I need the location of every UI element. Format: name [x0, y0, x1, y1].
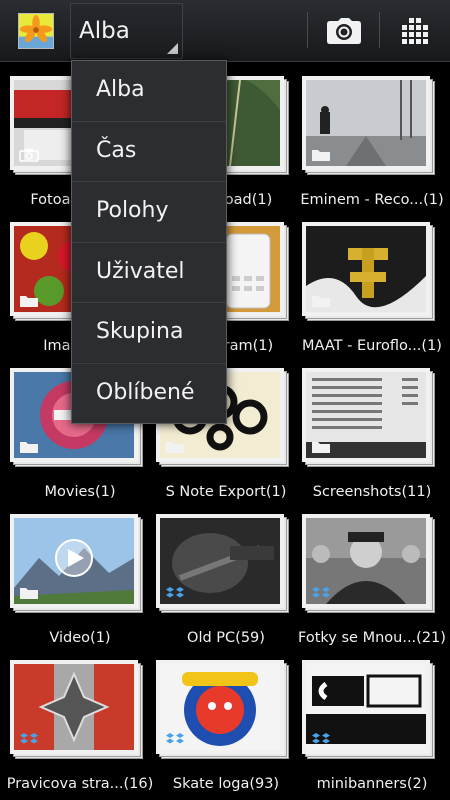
album-thumbnail	[10, 514, 138, 608]
camera-badge-icon	[19, 148, 39, 162]
album-thumbnail	[156, 514, 284, 608]
album-tile[interactable]: Video(1)	[10, 514, 150, 656]
album-label: MAAT - Euroflo...(1)	[302, 338, 442, 354]
album-label: minibanners(2)	[316, 776, 428, 792]
camera-button[interactable]	[315, 8, 373, 54]
folder-icon	[311, 148, 331, 162]
menu-item-label: Polohy	[96, 198, 169, 223]
divider	[379, 12, 380, 48]
view-mode-label: Alba	[79, 18, 130, 44]
menu-item-alba[interactable]: Alba	[72, 61, 226, 122]
dropbox-icon	[165, 586, 185, 600]
folder-icon	[19, 586, 39, 600]
album-label: Old PC(59)	[187, 630, 265, 646]
album-label: S Note Export(1)	[165, 484, 287, 500]
menu-item-polohy[interactable]: Polohy	[72, 182, 226, 243]
album-label: Movies(1)	[44, 484, 116, 500]
folder-icon	[19, 294, 39, 308]
album-tile[interactable]: Skate loga(93)	[156, 660, 296, 800]
divider	[307, 12, 308, 48]
folder-icon	[311, 294, 331, 308]
view-mode-dropdown: Alba Čas Polohy Uživatel Skupina Oblíben…	[71, 60, 227, 424]
folder-icon	[19, 440, 39, 454]
album-thumbnail	[10, 660, 138, 754]
album-thumbnail	[302, 76, 430, 170]
grid-view-icon	[402, 18, 428, 44]
album-tile[interactable]: Pravicova stra...(16)	[7, 660, 153, 800]
menu-item-oblibene[interactable]: Oblíbené	[72, 364, 226, 425]
dropbox-icon	[311, 586, 331, 600]
album-tile[interactable]: minibanners(2)	[302, 660, 442, 800]
camera-icon	[327, 18, 361, 44]
gallery-flower-icon[interactable]	[18, 13, 54, 49]
menu-item-label: Oblíbené	[96, 379, 195, 405]
view-mode-spinner[interactable]: Alba	[70, 3, 183, 59]
album-thumbnail	[156, 660, 284, 754]
action-bar: Alba	[0, 0, 450, 62]
album-label: Pravicova stra...(16)	[6, 776, 154, 792]
folder-icon	[165, 440, 185, 454]
grid-view-button[interactable]	[386, 8, 444, 54]
album-label: Fotky se Mnou...(21)	[298, 630, 446, 646]
album-label: Screenshots(11)	[312, 484, 432, 500]
album-tile[interactable]: Screenshots(11)	[302, 368, 442, 510]
album-tile[interactable]: MAAT - Euroflo...(1)	[302, 222, 442, 364]
menu-item-label: Čas	[96, 137, 137, 163]
menu-item-cas[interactable]: Čas	[72, 122, 226, 182]
menu-item-label: Skupina	[96, 319, 184, 344]
menu-item-uzivatel[interactable]: Uživatel	[72, 243, 226, 303]
menu-item-label: Uživatel	[96, 258, 185, 284]
album-thumbnail	[302, 222, 430, 316]
album-label: Video(1)	[49, 630, 111, 646]
spinner-corner-arrow-icon	[167, 43, 178, 54]
dropbox-icon	[165, 732, 185, 746]
album-thumbnail	[302, 660, 430, 754]
album-label: Skate loga(93)	[172, 776, 280, 792]
dropbox-icon	[311, 732, 331, 746]
folder-icon	[311, 440, 331, 454]
menu-item-label: Alba	[96, 77, 145, 102]
album-thumbnail	[302, 514, 430, 608]
menu-item-skupina[interactable]: Skupina	[72, 303, 226, 364]
album-tile[interactable]: Fotky se Mnou...(21)	[298, 514, 446, 656]
album-tile[interactable]: Eminem - Reco...(1)	[300, 76, 444, 218]
dropbox-icon	[19, 732, 39, 746]
album-thumbnail	[302, 368, 430, 462]
album-tile[interactable]: Old PC(59)	[156, 514, 296, 656]
album-label: Eminem - Reco...(1)	[300, 192, 444, 208]
